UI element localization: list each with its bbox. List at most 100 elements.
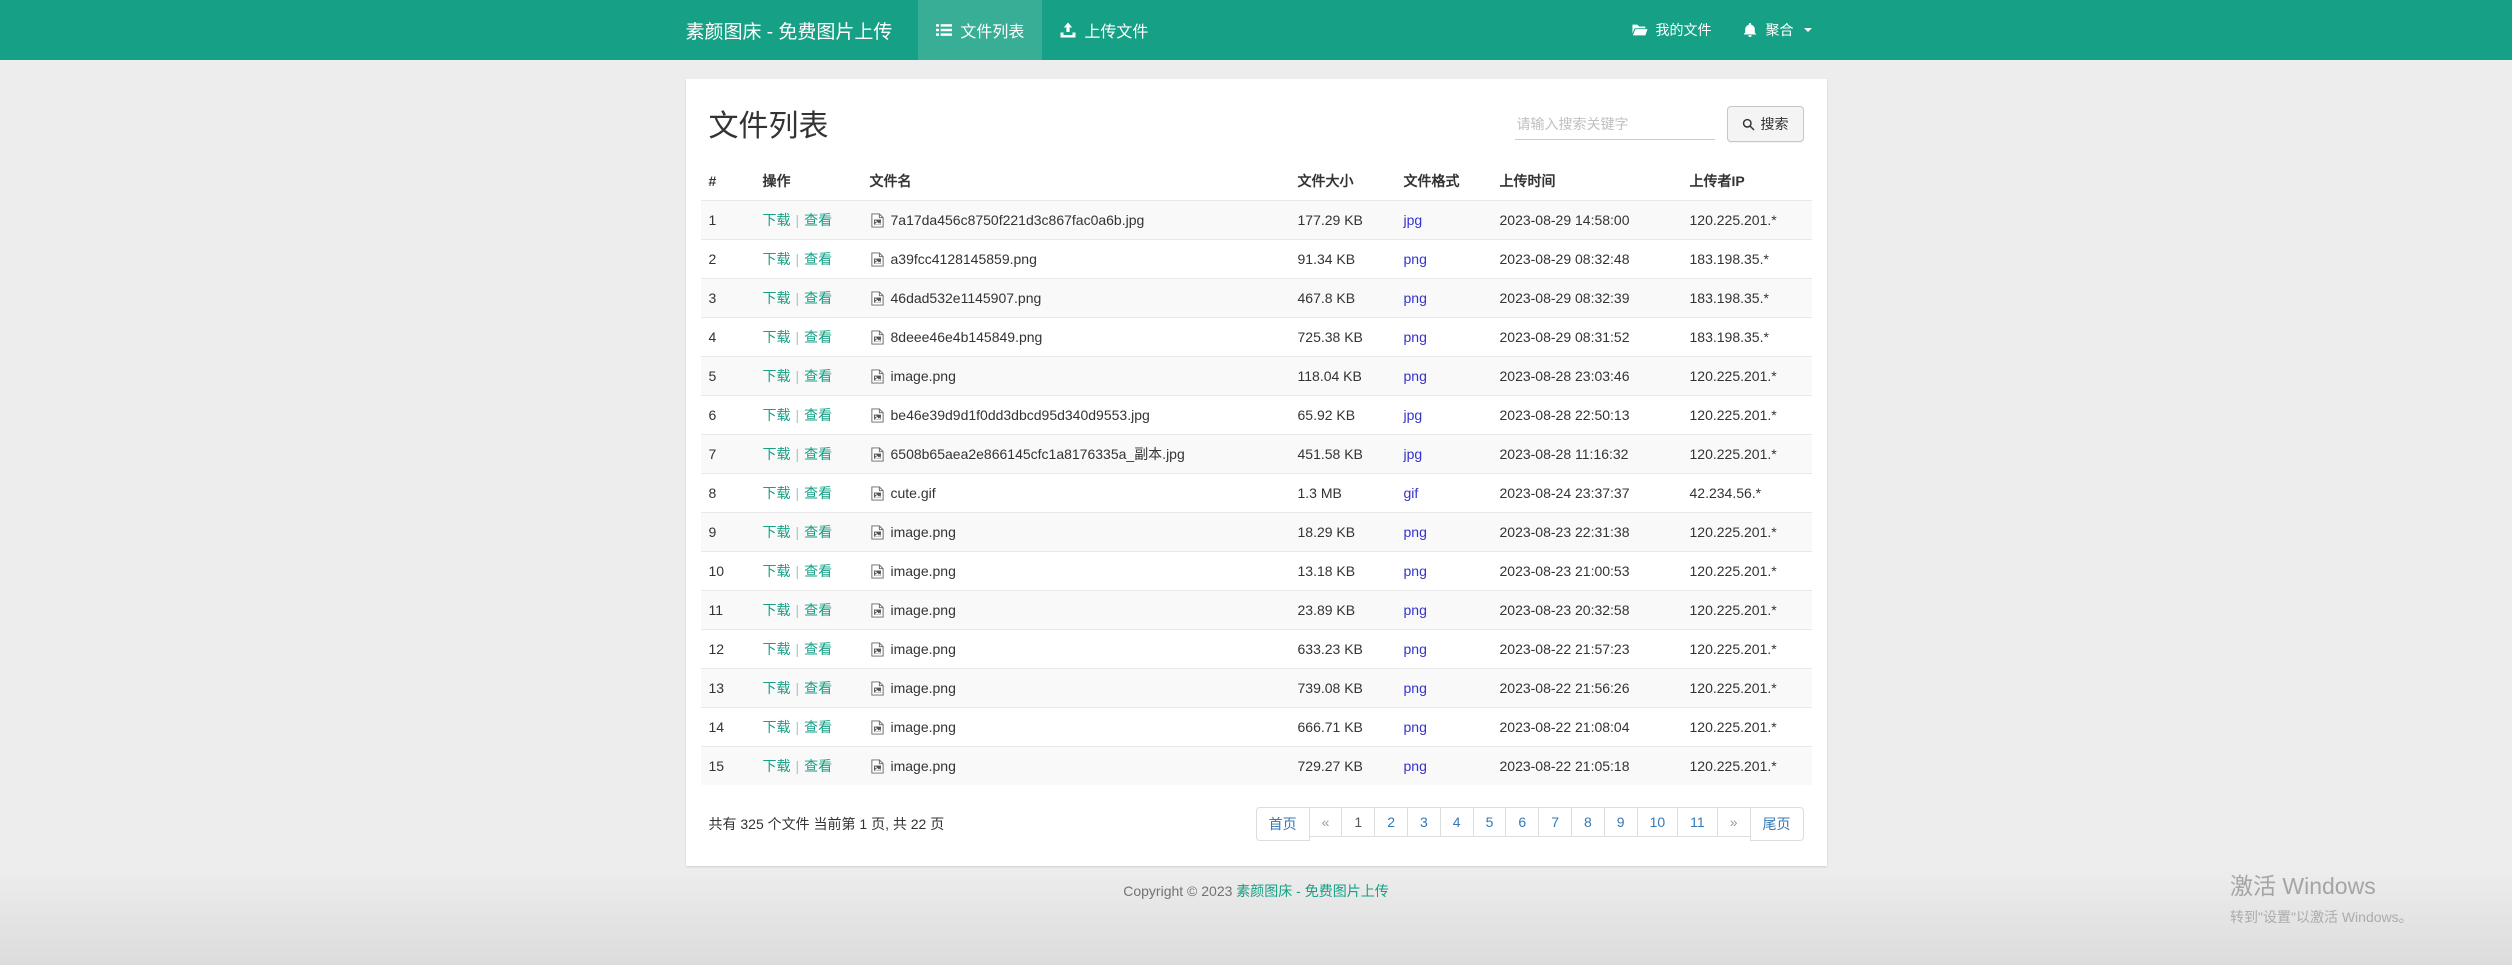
cell-filename: image.png: [862, 552, 1290, 591]
format-link[interactable]: png: [1404, 251, 1427, 267]
page-button-6[interactable]: 6: [1505, 807, 1539, 837]
download-link[interactable]: 下载: [763, 446, 791, 462]
download-link[interactable]: 下载: [763, 719, 791, 735]
filename-text: image.png: [891, 563, 956, 579]
download-link[interactable]: 下载: [763, 407, 791, 423]
table-row: 10下载|查看image.png13.18 KBpng2023-08-23 21…: [701, 552, 1812, 591]
view-link[interactable]: 查看: [804, 212, 832, 228]
search-input[interactable]: [1515, 109, 1715, 140]
download-link[interactable]: 下载: [763, 251, 791, 267]
pagination-item: 10: [1638, 807, 1679, 841]
download-link[interactable]: 下载: [763, 485, 791, 501]
format-link[interactable]: png: [1404, 368, 1427, 384]
download-link[interactable]: 下载: [763, 212, 791, 228]
cell-filename: 6508b65aea2e866145cfc1a8176335a_副本.jpg: [862, 435, 1290, 474]
format-link[interactable]: png: [1404, 641, 1427, 657]
cell-size: 23.89 KB: [1290, 591, 1396, 630]
pagination-item: 8: [1572, 807, 1605, 841]
table-row: 12下载|查看image.png633.23 KBpng2023-08-22 2…: [701, 630, 1812, 669]
page-button-11[interactable]: 11: [1677, 807, 1718, 837]
format-link[interactable]: png: [1404, 680, 1427, 696]
format-link[interactable]: png: [1404, 524, 1427, 540]
download-link[interactable]: 下载: [763, 290, 791, 306]
download-link[interactable]: 下载: [763, 680, 791, 696]
nav-item-upload[interactable]: 上传文件: [1042, 0, 1166, 60]
view-link[interactable]: 查看: [804, 641, 832, 657]
nav-item-aggregate[interactable]: 聚合: [1727, 0, 1827, 60]
cell-format: gif: [1396, 474, 1492, 513]
format-link[interactable]: jpg: [1404, 212, 1423, 228]
view-link[interactable]: 查看: [804, 407, 832, 423]
page-button-9[interactable]: 9: [1604, 807, 1638, 837]
format-link[interactable]: jpg: [1404, 407, 1423, 423]
format-link[interactable]: gif: [1404, 485, 1419, 501]
view-link[interactable]: 查看: [804, 524, 832, 540]
action-separator: |: [796, 407, 800, 423]
view-link[interactable]: 查看: [804, 602, 832, 618]
cell-format: jpg: [1396, 201, 1492, 240]
view-link[interactable]: 查看: [804, 485, 832, 501]
cell-size: 739.08 KB: [1290, 669, 1396, 708]
table-row: 1下载|查看7a17da456c8750f221d3c867fac0a6b.jp…: [701, 201, 1812, 240]
view-link[interactable]: 查看: [804, 446, 832, 462]
view-link[interactable]: 查看: [804, 563, 832, 579]
download-link[interactable]: 下载: [763, 563, 791, 579]
format-link[interactable]: png: [1404, 290, 1427, 306]
cell-ip: 120.225.201.*: [1682, 591, 1812, 630]
pagination-item: 1: [1342, 807, 1375, 841]
page-button-3[interactable]: 3: [1407, 807, 1441, 837]
cell-ip: 120.225.201.*: [1682, 201, 1812, 240]
download-link[interactable]: 下载: [763, 758, 791, 774]
cell-size: 725.38 KB: [1290, 318, 1396, 357]
format-link[interactable]: png: [1404, 329, 1427, 345]
view-link[interactable]: 查看: [804, 758, 832, 774]
page-button-4[interactable]: 4: [1440, 807, 1474, 837]
filename-text: image.png: [891, 641, 956, 657]
format-link[interactable]: png: [1404, 602, 1427, 618]
page-button-2[interactable]: 2: [1374, 807, 1408, 837]
format-link[interactable]: png: [1404, 758, 1427, 774]
cell-ip: 120.225.201.*: [1682, 435, 1812, 474]
cell-ip: 120.225.201.*: [1682, 630, 1812, 669]
view-link[interactable]: 查看: [804, 368, 832, 384]
nav-item-file-list[interactable]: 文件列表: [918, 0, 1042, 60]
cell-ip: 120.225.201.*: [1682, 747, 1812, 786]
format-link[interactable]: png: [1404, 719, 1427, 735]
action-separator: |: [796, 680, 800, 696]
view-link[interactable]: 查看: [804, 329, 832, 345]
download-link[interactable]: 下载: [763, 329, 791, 345]
download-link[interactable]: 下载: [763, 641, 791, 657]
brand-link[interactable]: 素颜图床 - 免费图片上传: [686, 0, 893, 60]
action-separator: |: [796, 290, 800, 306]
cell-actions: 下载|查看: [755, 240, 862, 279]
image-file-icon: [870, 369, 885, 384]
page-title: 文件列表: [709, 110, 829, 145]
page-button-8[interactable]: 8: [1571, 807, 1605, 837]
page-button-5[interactable]: 5: [1473, 807, 1507, 837]
download-link[interactable]: 下载: [763, 368, 791, 384]
footer-site-link[interactable]: 素颜图床 - 免费图片上传: [1236, 883, 1388, 899]
download-link[interactable]: 下载: [763, 524, 791, 540]
format-link[interactable]: jpg: [1404, 446, 1423, 462]
page-button-首页[interactable]: 首页: [1256, 807, 1310, 841]
cell-actions: 下载 |查看: [755, 396, 862, 435]
page-button-10[interactable]: 10: [1637, 807, 1679, 837]
view-link[interactable]: 查看: [804, 251, 832, 267]
view-link[interactable]: 查看: [804, 290, 832, 306]
cell-index: 5: [701, 357, 755, 396]
image-file-icon: [870, 447, 885, 462]
top-navbar: 素颜图床 - 免费图片上传 文件列表 上传文件 我的文件: [0, 0, 2512, 60]
page-button-7[interactable]: 7: [1538, 807, 1572, 837]
format-link[interactable]: png: [1404, 563, 1427, 579]
col-header-name: 文件名: [862, 162, 1290, 201]
nav-item-my-files[interactable]: 我的文件: [1617, 0, 1727, 60]
page-button-尾页[interactable]: 尾页: [1750, 807, 1804, 841]
download-link[interactable]: 下载: [763, 602, 791, 618]
nav-item-label: 我的文件: [1656, 20, 1712, 40]
view-link[interactable]: 查看: [804, 680, 832, 696]
search-button[interactable]: 搜索: [1727, 106, 1804, 142]
table-row: 15下载|查看image.png729.27 KBpng2023-08-22 2…: [701, 747, 1812, 786]
image-file-icon: [870, 486, 885, 501]
view-link[interactable]: 查看: [804, 719, 832, 735]
cell-time: 2023-08-23 21:00:53: [1492, 552, 1682, 591]
